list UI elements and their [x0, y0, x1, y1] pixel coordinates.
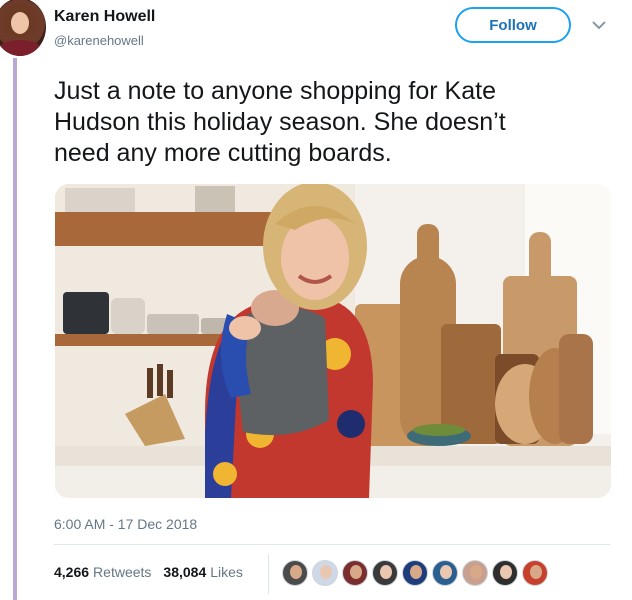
liker-avatar[interactable]	[342, 560, 368, 586]
author-avatar[interactable]	[0, 0, 46, 56]
kitchen-photo-image	[55, 184, 611, 498]
tweet-text: Just a note to anyone shopping for Kate …	[54, 76, 614, 169]
liker-avatar[interactable]	[312, 560, 338, 586]
likes-label[interactable]: Likes	[210, 564, 243, 580]
tweet-photo[interactable]	[55, 184, 611, 498]
likers-separator	[268, 554, 269, 594]
likes-count[interactable]: 38,084	[163, 564, 206, 580]
stats-divider	[54, 544, 610, 545]
chevron-down-icon[interactable]	[590, 18, 608, 32]
liker-avatar[interactable]	[372, 560, 398, 586]
retweets-count[interactable]: 4,266	[54, 564, 89, 580]
liker-avatar[interactable]	[522, 560, 548, 586]
tweet-stats: 4,266 Retweets 38,084 Likes	[54, 564, 243, 580]
author-name[interactable]: Karen Howell	[54, 8, 155, 26]
tweet-line-1: Just a note to anyone shopping for Kate	[54, 77, 496, 105]
liker-avatar[interactable]	[462, 560, 488, 586]
liker-avatar[interactable]	[402, 560, 428, 586]
liker-avatar[interactable]	[432, 560, 458, 586]
thread-line	[13, 58, 17, 600]
author-handle[interactable]: @karenehowell	[54, 33, 144, 48]
tweet-line-3: need any more cutting boards.	[54, 139, 392, 167]
liker-avatar[interactable]	[492, 560, 518, 586]
retweets-label[interactable]: Retweets	[93, 564, 151, 580]
liker-avatars	[282, 560, 552, 586]
follow-button[interactable]: Follow	[455, 7, 571, 43]
liker-avatar[interactable]	[282, 560, 308, 586]
tweet-timestamp[interactable]: 6:00 AM - 17 Dec 2018	[54, 516, 197, 532]
tweet-line-2: Hudson this holiday season. She doesn’t	[54, 108, 506, 136]
